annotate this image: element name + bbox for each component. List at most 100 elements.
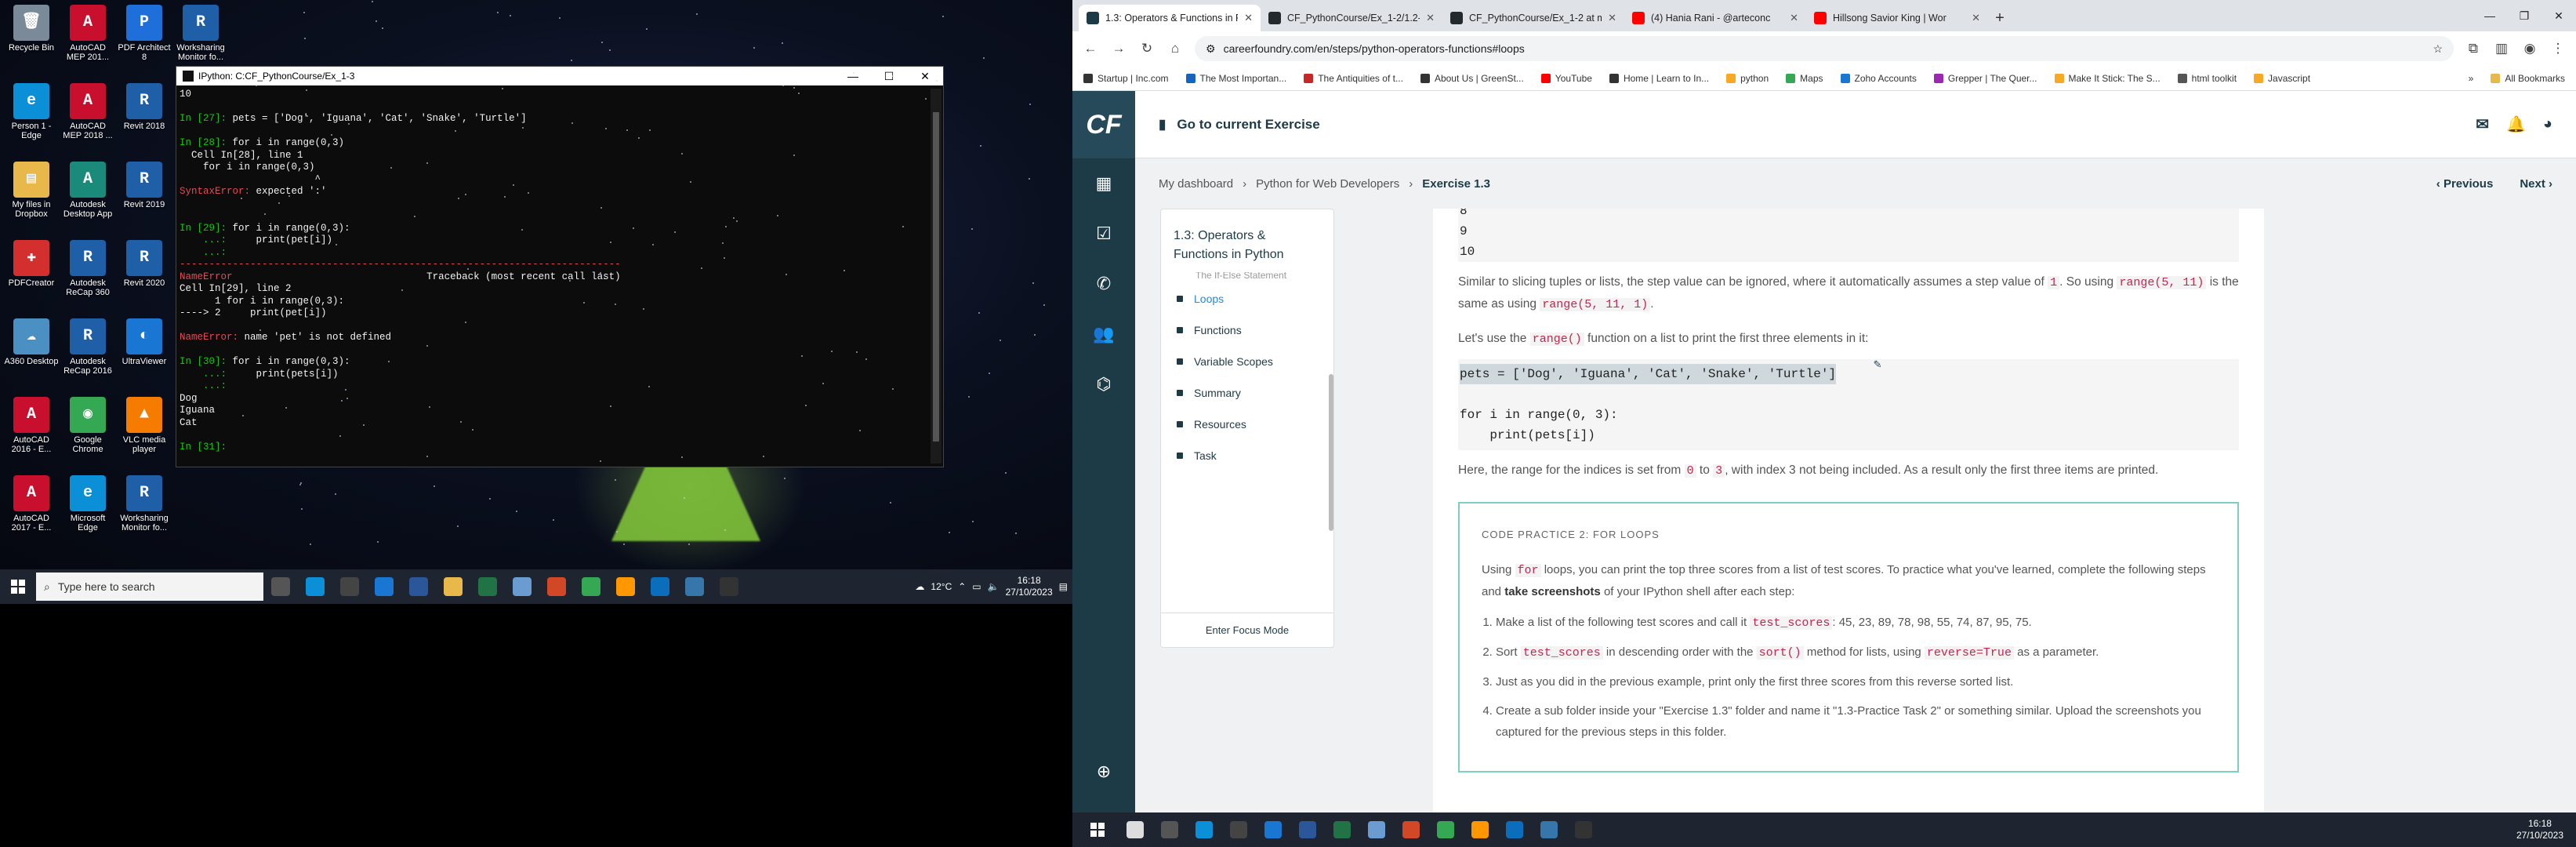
community-icon[interactable]: 👥 (1072, 309, 1135, 359)
desktop-icon[interactable]: ◐ UltraViewer (116, 315, 172, 387)
taskbar-app-vscode[interactable] (1497, 812, 1532, 847)
tray-chevron-icon[interactable]: ⌃ (958, 581, 966, 592)
bookmark-star-icon[interactable]: ☆ (2433, 42, 2443, 56)
desktop-icon[interactable]: R Worksharing Monitor fo... (172, 2, 229, 74)
taskbar-app-store[interactable] (332, 569, 367, 604)
toc-item[interactable]: Task (1161, 440, 1333, 471)
menu-icon[interactable]: ⋮ (2549, 41, 2567, 56)
notifications-icon[interactable]: ▤ (1059, 581, 1068, 592)
reload-icon[interactable]: ↻ (1138, 41, 1156, 56)
bookmark-item[interactable]: Make It Stick: The S... (2054, 73, 2161, 84)
taskbar-app-notepad[interactable] (505, 569, 539, 604)
all-bookmarks[interactable]: All Bookmarks (2491, 73, 2565, 84)
taskbar-app-mail[interactable] (1256, 812, 1290, 847)
extensions-icon[interactable]: ⧉ (2465, 41, 2482, 56)
desktop-icon[interactable]: A AutoCAD 2016 - E... (3, 394, 60, 466)
taskbar-app-chrome[interactable] (574, 569, 608, 604)
desktop-icon[interactable]: ▤ My files in Dropbox (3, 158, 60, 231)
taskbar-app-python[interactable] (1532, 812, 1566, 847)
phone-icon[interactable]: ✆ (1072, 259, 1135, 309)
toc-item[interactable]: Loops (1161, 283, 1333, 314)
taskbar-search[interactable]: ⌕ Type here to search (36, 573, 263, 601)
taskbar-app-vscode[interactable] (643, 569, 677, 604)
bookmark-item[interactable]: html toolkit (2177, 73, 2237, 84)
desktop-icon[interactable]: A Autodesk Desktop App (60, 158, 116, 231)
cf-logo[interactable]: CF (1072, 91, 1135, 158)
browser-tab[interactable]: 1.3: Operators & Functions in P ✕ (1079, 5, 1261, 31)
taskbar-app-word[interactable] (401, 569, 436, 604)
bookmark-item[interactable]: python (1726, 73, 1769, 84)
terminal-output[interactable]: 10 In [27]: pets = ['Dog', 'Iguana', 'Ca… (180, 89, 929, 463)
taskbar-app-python[interactable] (677, 569, 712, 604)
desktop-icon[interactable]: ✚ PDFCreator (3, 237, 60, 309)
network-icon[interactable]: ▭ (972, 581, 981, 592)
desktop-icon[interactable]: ◉ Google Chrome (60, 394, 116, 466)
help-icon[interactable]: ⊕ (1072, 747, 1135, 797)
taskbar-app-sublime[interactable] (1463, 812, 1497, 847)
go-to-current-exercise[interactable]: Go to current Exercise (1177, 117, 1319, 133)
desktop-icon[interactable]: A AutoCAD 2017 - E... (3, 472, 60, 544)
start-button[interactable] (0, 569, 36, 604)
crumb-dashboard[interactable]: My dashboard (1159, 177, 1233, 191)
close-button[interactable]: ✕ (907, 70, 943, 83)
sidepanel-icon[interactable]: ▥ (2493, 41, 2510, 56)
home-icon[interactable]: ⌂ (1166, 41, 1184, 56)
tab-close-icon[interactable]: ✕ (1244, 12, 1253, 24)
taskbar-app-task-view[interactable] (263, 569, 298, 604)
previous-button[interactable]: ‹ Previous (2436, 177, 2494, 191)
crumb-course[interactable]: Python for Web Developers (1256, 177, 1399, 191)
bookmark-item[interactable]: Javascript (2254, 73, 2310, 84)
desktop-icon[interactable]: R Revit 2019 (116, 158, 172, 231)
volume-icon[interactable]: 🔈 (988, 581, 1000, 592)
toc-partial-item[interactable]: The If-Else Statement (1161, 272, 1333, 283)
bookmark-item[interactable]: Startup | Inc.com (1083, 73, 1169, 84)
weather-temp[interactable]: 12°C (931, 581, 952, 592)
focus-mode-button[interactable]: Enter Focus Mode (1161, 613, 1333, 636)
browser-tab[interactable]: CF_PythonCourse/Ex_1-2/1.2-F ✕ (1261, 5, 1442, 31)
close-button[interactable]: ✕ (2542, 0, 2576, 31)
bookmark-item[interactable]: YouTube (1540, 73, 1592, 84)
taskbar-app-store[interactable] (1221, 812, 1256, 847)
minimize-button[interactable]: — (2473, 0, 2507, 31)
address-bar[interactable]: ⚙ careerfoundry.com/en/steps/python-oper… (1195, 36, 2454, 61)
forward-icon[interactable]: → (1110, 41, 1127, 56)
bookmark-item[interactable]: Zoho Accounts (1840, 73, 1917, 84)
taskbar-app-terminal[interactable] (712, 569, 746, 604)
bell-icon[interactable]: 🔔 (2506, 115, 2526, 134)
desktop-icon[interactable]: e Person 1 - Edge (3, 80, 60, 152)
bookmark-item[interactable]: The Antiquities of t... (1304, 73, 1403, 84)
taskbar-app-edge[interactable] (1187, 812, 1221, 847)
tab-close-icon[interactable]: ✕ (1790, 12, 1798, 24)
sitemap-icon[interactable]: ⌬ (1072, 359, 1135, 409)
profile-icon[interactable]: ◉ (2521, 41, 2538, 56)
ipython-titlebar[interactable]: IPython: C:CF_PythonCourse/Ex_1-3 — ☐ ✕ (176, 67, 943, 85)
desktop-icon[interactable]: R Autodesk ReCap 2016 (60, 315, 116, 387)
back-icon[interactable]: ← (1082, 41, 1099, 56)
desktop-icon[interactable]: 🗑 Recycle Bin (3, 2, 60, 74)
taskbar-app-powerpoint[interactable] (1394, 812, 1428, 847)
toc-item[interactable]: Functions (1161, 314, 1333, 346)
start-button[interactable] (1080, 812, 1115, 847)
bookmarks-overflow-icon[interactable]: » (2469, 73, 2474, 84)
desktop-icon[interactable]: R Autodesk ReCap 360 (60, 237, 116, 309)
browser-tab[interactable]: Hillsong Savior King | Wor ✕ (1806, 5, 1988, 31)
next-button[interactable]: Next › (2520, 177, 2552, 191)
toc-item[interactable]: Resources (1161, 409, 1333, 440)
terminal-scrollbar[interactable] (931, 89, 942, 463)
site-info-icon[interactable]: ⚙ (1206, 42, 1216, 56)
checklist-icon[interactable]: ☑ (1072, 209, 1135, 259)
taskbar-app-powerpoint[interactable] (539, 569, 574, 604)
tab-close-icon[interactable]: ✕ (1426, 12, 1435, 24)
desktop-icon[interactable]: P PDF Architect 8 (116, 2, 172, 74)
taskbar-app-terminal[interactable] (1566, 812, 1601, 847)
toc-scrollbar[interactable] (1329, 374, 1333, 531)
dashboard-icon[interactable]: ▦ (1072, 158, 1135, 209)
edit-pencil-icon[interactable]: ✎ (1874, 354, 1881, 375)
bookmark-item[interactable]: Grepper | The Quer... (1933, 73, 2037, 84)
browser-tab[interactable]: (4) Hania Rani - @arteconc ✕ (1624, 5, 1806, 31)
desktop-icon[interactable]: ☁ A360 Desktop (3, 315, 60, 387)
desktop-icon[interactable]: R Worksharing Monitor fo... (116, 472, 172, 544)
taskbar-app-edge[interactable] (298, 569, 332, 604)
desktop-icon[interactable]: e Microsoft Edge (60, 472, 116, 544)
toc-item[interactable]: Variable Scopes (1161, 346, 1333, 377)
